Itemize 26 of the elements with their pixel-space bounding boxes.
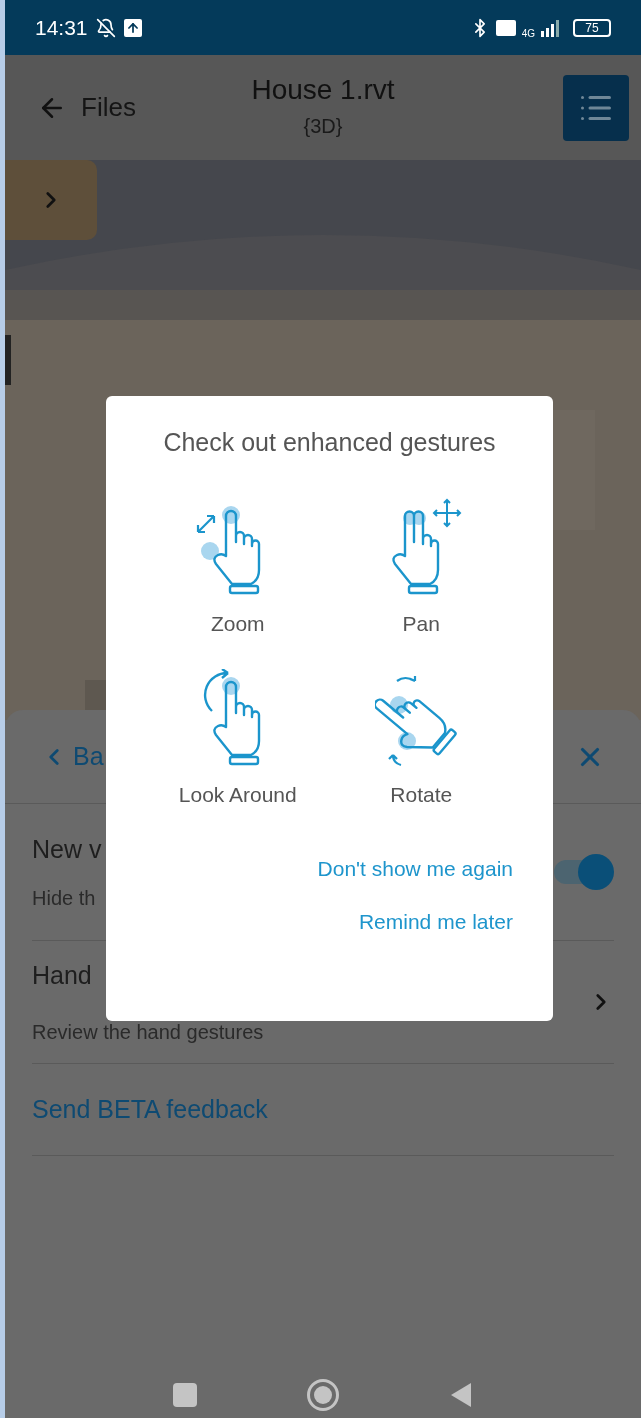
recents-icon[interactable] [173,1383,197,1407]
view-name: {3D} [303,114,343,139]
dialog-action-button[interactable]: Don't show me again [317,852,513,884]
battery-indicator: 75 [573,18,611,37]
gesture-label: Rotate [390,782,453,808]
upload-icon [123,18,142,37]
back-icon[interactable] [449,1381,473,1409]
menu-button[interactable] [563,74,629,141]
bell-off-icon [95,17,116,38]
setting-description: Hide th [32,885,97,911]
network-type: 4G [521,27,535,41]
back-link[interactable]: Ba [41,737,104,776]
back-button[interactable]: Files [37,88,136,127]
status-time: 14:31 [35,14,88,41]
feedback-link[interactable]: Send BETA feedback [32,1090,268,1129]
gesture-label: Zoom [210,610,265,637]
dialog-title: Check out enhanced gestures [162,427,497,458]
gesture-label: Look Around [178,782,297,808]
panel-toggle-button[interactable] [5,160,97,240]
setting-title: Hand [32,960,93,992]
file-title: House 1.rvt [251,73,395,107]
setting-description: Review the hand gestures [32,1019,264,1045]
gesture-label: Pan [402,610,440,637]
home-icon[interactable] [307,1379,339,1411]
setting-title: New v [32,834,102,866]
dialog-action-button[interactable]: Remind me later [358,906,513,938]
